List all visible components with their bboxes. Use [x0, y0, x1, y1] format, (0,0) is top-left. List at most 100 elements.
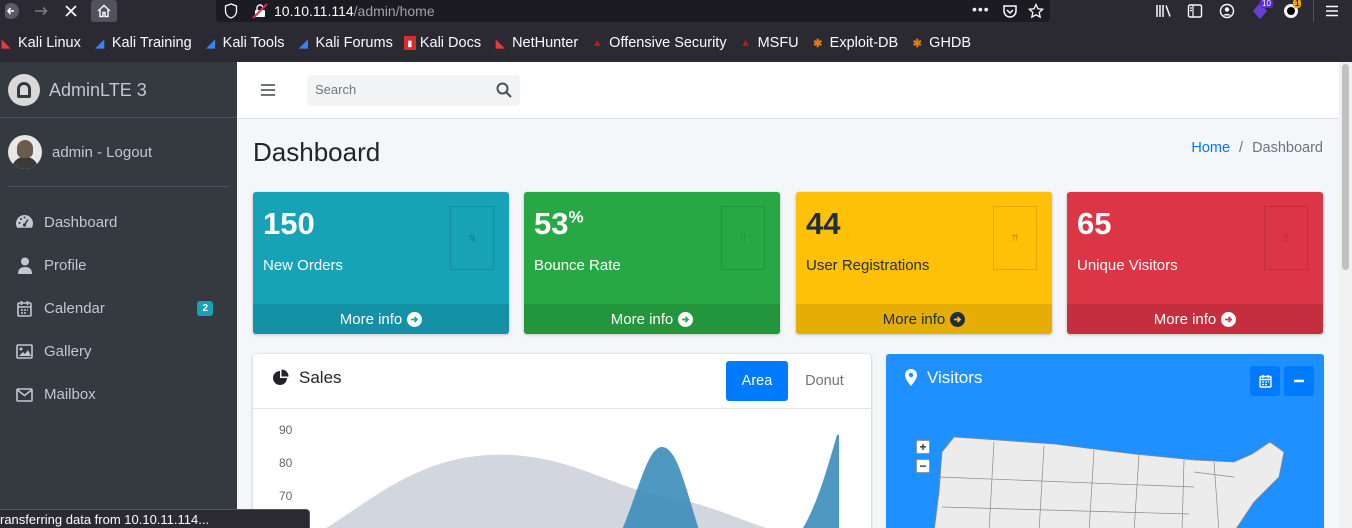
page-actions-menu[interactable]: •••: [972, 1, 990, 17]
box-number: 150: [263, 206, 315, 241]
usa-map[interactable]: [934, 432, 1304, 528]
bookmark-label: MSFU: [757, 35, 799, 51]
series-area-blue-right: [802, 434, 839, 528]
box-number: 53: [534, 206, 569, 241]
more-info-label: More info: [339, 310, 403, 328]
bookmark-kali-tools[interactable]: ◢ Kali Tools: [203, 35, 285, 51]
sidebar-item-profile[interactable]: Profile: [8, 244, 229, 287]
home-button[interactable]: [91, 0, 117, 22]
sidebar-item-label: Gallery: [44, 343, 92, 360]
series-area-blue: [622, 447, 699, 528]
extension-dark-icon[interactable]: 1: [1283, 0, 1302, 21]
stop-loading-button[interactable]: [58, 0, 84, 22]
arrow-circle-right-icon: [407, 311, 423, 327]
address-bar[interactable]: 10.10.11.114/admin/home •••: [216, 0, 1050, 22]
extension-icon[interactable]: 10: [1251, 0, 1273, 20]
tab-donut[interactable]: Donut: [793, 361, 856, 401]
sidebar-toggle-icon[interactable]: [1187, 3, 1203, 19]
sidebar-menu: Dashboard Profile Calendar 2 Gallery Mai…: [8, 201, 229, 416]
sales-area-chart: 90 80 70: [279, 423, 839, 528]
extension-badge: 10: [1260, 0, 1273, 8]
shield-icon[interactable]: [224, 3, 238, 19]
bookmark-kali-forums[interactable]: ◢ Kali Forums: [295, 35, 393, 51]
user-icon: [15, 257, 34, 274]
breadcrumb-home-link[interactable]: Home: [1191, 140, 1230, 156]
collapse-button[interactable]: [1284, 366, 1314, 396]
shopping-bag-icon: ⇅: [450, 206, 494, 270]
kali-tools-icon: ◢: [206, 37, 215, 50]
bookmark-kali-docs[interactable]: ▮ Kali Docs: [403, 35, 482, 51]
bookmark-label: GHDB: [929, 35, 972, 51]
kali-forums-icon: ◢: [299, 37, 308, 50]
extension-badge: 1: [1293, 0, 1302, 8]
user-panel: admin - Logout: [8, 118, 229, 187]
more-info-link[interactable]: More info: [253, 304, 509, 334]
sidebar-item-mailbox[interactable]: Mailbox: [8, 373, 229, 416]
kali-docs-icon: ▮: [403, 36, 416, 50]
back-button[interactable]: [0, 0, 26, 22]
visitors-card-title: Visitors: [927, 368, 983, 387]
bookmark-kali-training[interactable]: ◢ Kali Training: [92, 35, 192, 51]
sidebar-item-dashboard[interactable]: Dashboard: [8, 201, 229, 244]
pocket-icon[interactable]: [1002, 3, 1018, 19]
box-number: 44: [806, 206, 841, 241]
box-value: 65: [1077, 206, 1111, 242]
hamburger-menu-icon[interactable]: [1325, 4, 1339, 18]
y-tick-label: 70: [279, 489, 293, 503]
breadcrumb-current: Dashboard: [1252, 140, 1323, 156]
account-icon[interactable]: [1219, 3, 1235, 19]
bookmark-exploit-db[interactable]: ✱ Exploit-DB: [810, 35, 899, 51]
more-info-link[interactable]: More info: [524, 304, 780, 334]
bookmark-label: Exploit-DB: [829, 35, 899, 51]
bookmark-label: Kali Training: [111, 35, 192, 51]
box-suffix: %: [568, 207, 584, 227]
url-text[interactable]: 10.10.11.114/admin/home: [274, 3, 435, 19]
avatar: [8, 135, 42, 169]
map-zoom-out-button[interactable]: −: [916, 459, 930, 473]
bookmark-kali-linux[interactable]: ◣ Kali Linux: [0, 35, 81, 51]
library-icon[interactable]: [1155, 3, 1172, 19]
search-icon[interactable]: [496, 82, 512, 98]
bookmark-offensive-security[interactable]: ▲ Offensive Security: [589, 35, 727, 51]
y-tick-label: 80: [279, 456, 293, 470]
bookmark-label: Kali Tools: [222, 35, 285, 51]
user-registrations-box: 44 User Registrations ⇈ More info: [796, 192, 1052, 334]
user-logout-link[interactable]: admin - Logout: [52, 144, 152, 161]
browser-toolbar: 10.10.11.114/admin/home ••• 10 1: [0, 0, 1352, 24]
scrollbar-thumb[interactable]: [1342, 64, 1349, 270]
chart-pie-icon: [273, 369, 289, 385]
bookmark-label: Kali Forums: [315, 35, 393, 51]
more-info-link[interactable]: More info: [796, 304, 1052, 334]
map-zoom-in-button[interactable]: +: [916, 440, 930, 454]
bookmark-star-icon[interactable]: [1028, 3, 1044, 19]
bookmarks-toolbar: ◣ Kali Linux ◢ Kali Training ◢ Kali Tools ◢…: [0, 24, 1352, 62]
insecure-lock-icon[interactable]: [252, 3, 268, 19]
sidebar-toggle-button[interactable]: [261, 84, 275, 96]
bookmark-msfu[interactable]: ▲ MSFU: [738, 35, 799, 51]
box-number: 65: [1077, 206, 1112, 241]
brand-link[interactable]: AdminLTE 3: [0, 62, 237, 118]
bookmark-label: NetHunter: [512, 35, 579, 51]
main-navbar: [237, 62, 1339, 119]
navbar-search: [307, 75, 520, 106]
sidebar-item-calendar[interactable]: Calendar 2: [8, 287, 229, 330]
image-icon: [15, 343, 34, 360]
search-input[interactable]: [315, 82, 485, 97]
box-label: New Orders: [263, 257, 344, 274]
bookmark-nethunter[interactable]: ◣ NetHunter: [492, 35, 578, 51]
date-range-button[interactable]: [1250, 366, 1280, 396]
map-marker-icon: [905, 369, 917, 386]
sidebar-item-label: Calendar: [44, 300, 105, 317]
page-scrollbar[interactable]: [1339, 62, 1352, 528]
more-info-link[interactable]: More info: [1067, 304, 1323, 334]
bookmark-label: Kali Docs: [419, 35, 482, 51]
main-sidebar: AdminLTE 3 admin - Logout Dashboard Prof…: [0, 62, 237, 528]
forward-button[interactable]: [28, 0, 54, 22]
bookmark-ghdb[interactable]: ✱ GHDB: [909, 35, 972, 51]
sidebar-item-gallery[interactable]: Gallery: [8, 330, 229, 373]
breadcrumb-separator: /: [1239, 140, 1244, 156]
tab-area[interactable]: Area: [726, 361, 788, 401]
box-label: Bounce Rate: [534, 257, 621, 274]
more-info-label: More info: [882, 310, 946, 328]
msfu-icon: ▲: [740, 37, 752, 49]
